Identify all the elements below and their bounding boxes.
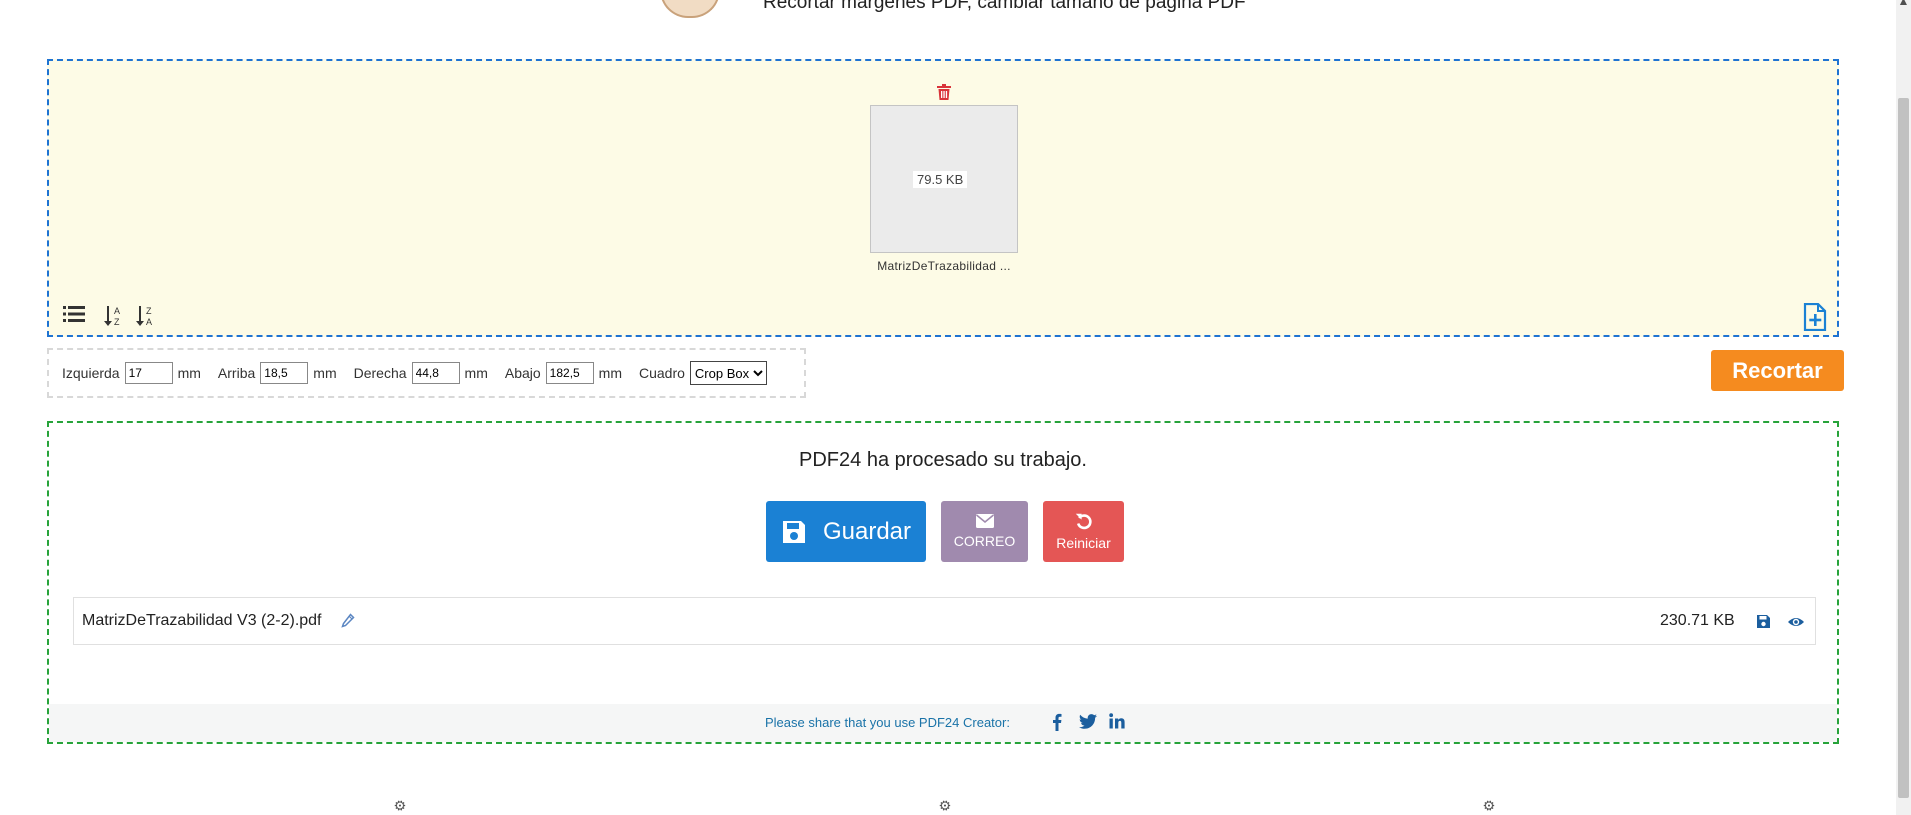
trash-icon[interactable]: [937, 84, 951, 100]
twitter-icon[interactable]: [1079, 714, 1097, 729]
sort-alpha-up-icon[interactable]: Z A: [136, 305, 156, 327]
sort-alpha-down-icon[interactable]: A Z: [104, 305, 124, 327]
cut-off-icon: ⚙: [936, 799, 953, 812]
left-margin-label: Izquierda: [62, 365, 120, 381]
page-subtitle: Recortar márgenes PDF, cambiar tamaño de…: [763, 0, 1246, 13]
eye-icon[interactable]: [1787, 615, 1805, 629]
svg-text:A: A: [146, 317, 152, 327]
right-margin-unit: mm: [464, 365, 488, 381]
crop-options-panel: Izquierda mm Arriba mm Derecha mm Abajo …: [47, 348, 806, 398]
result-file-size: 230.71 KB: [1660, 612, 1735, 629]
box-type-label: Cuadro: [639, 365, 685, 381]
floppy-disk-icon: [782, 520, 805, 543]
cut-off-icon: ⚙: [391, 799, 408, 812]
file-plus-icon[interactable]: [1803, 303, 1827, 331]
email-button[interactable]: CORREO: [941, 501, 1028, 562]
cut-off-icon: ⚙: [1480, 799, 1497, 812]
save-button[interactable]: Guardar: [766, 501, 926, 562]
bottom-margin-label: Abajo: [504, 365, 541, 381]
linkedin-icon[interactable]: [1109, 713, 1125, 729]
scrollbar-thumb[interactable]: [1898, 98, 1909, 798]
reset-button-label: Reiniciar: [1056, 535, 1111, 551]
result-file-name: MatrizDeTrazabilidad V3 (2-2).pdf: [82, 612, 322, 629]
envelope-icon: [975, 514, 994, 528]
result-message: PDF24 ha procesado su trabajo.: [799, 449, 1087, 471]
right-margin-label: Derecha: [353, 365, 407, 381]
top-margin-unit: mm: [313, 365, 337, 381]
svg-text:Z: Z: [114, 317, 120, 327]
bottom-margin-input[interactable]: [545, 362, 594, 384]
right-margin-input[interactable]: [411, 362, 460, 384]
facebook-icon[interactable]: [1052, 713, 1062, 731]
left-margin-input[interactable]: [124, 362, 173, 384]
undo-icon: [1075, 513, 1092, 530]
result-file-row: [73, 597, 1816, 645]
pdf24-logo: [660, 0, 720, 18]
bottom-margin-unit: mm: [598, 365, 622, 381]
share-text: Please share that you use PDF24 Creator:: [765, 715, 1010, 730]
left-margin-unit: mm: [177, 365, 201, 381]
box-type-select[interactable]: Crop Box: [689, 361, 767, 385]
floppy-disk-icon[interactable]: [1756, 614, 1771, 629]
reset-button[interactable]: Reiniciar: [1043, 501, 1124, 562]
file-size-label: 79.5 KB: [913, 171, 968, 188]
svg-text:Z: Z: [146, 306, 152, 316]
scroll-up-arrow-icon[interactable]: ▲: [1896, 0, 1911, 8]
save-button-label: Guardar: [822, 517, 912, 545]
pencil-icon[interactable]: [341, 613, 355, 629]
svg-text:A: A: [114, 306, 120, 316]
crop-button[interactable]: Recortar: [1711, 350, 1844, 391]
top-margin-label: Arriba: [217, 365, 256, 381]
file-name-label: MatrizDeTrazabilidad ...: [877, 259, 1011, 273]
list-icon[interactable]: [63, 305, 85, 323]
top-margin-input[interactable]: [260, 362, 309, 384]
email-button-label: CORREO: [953, 533, 1016, 549]
